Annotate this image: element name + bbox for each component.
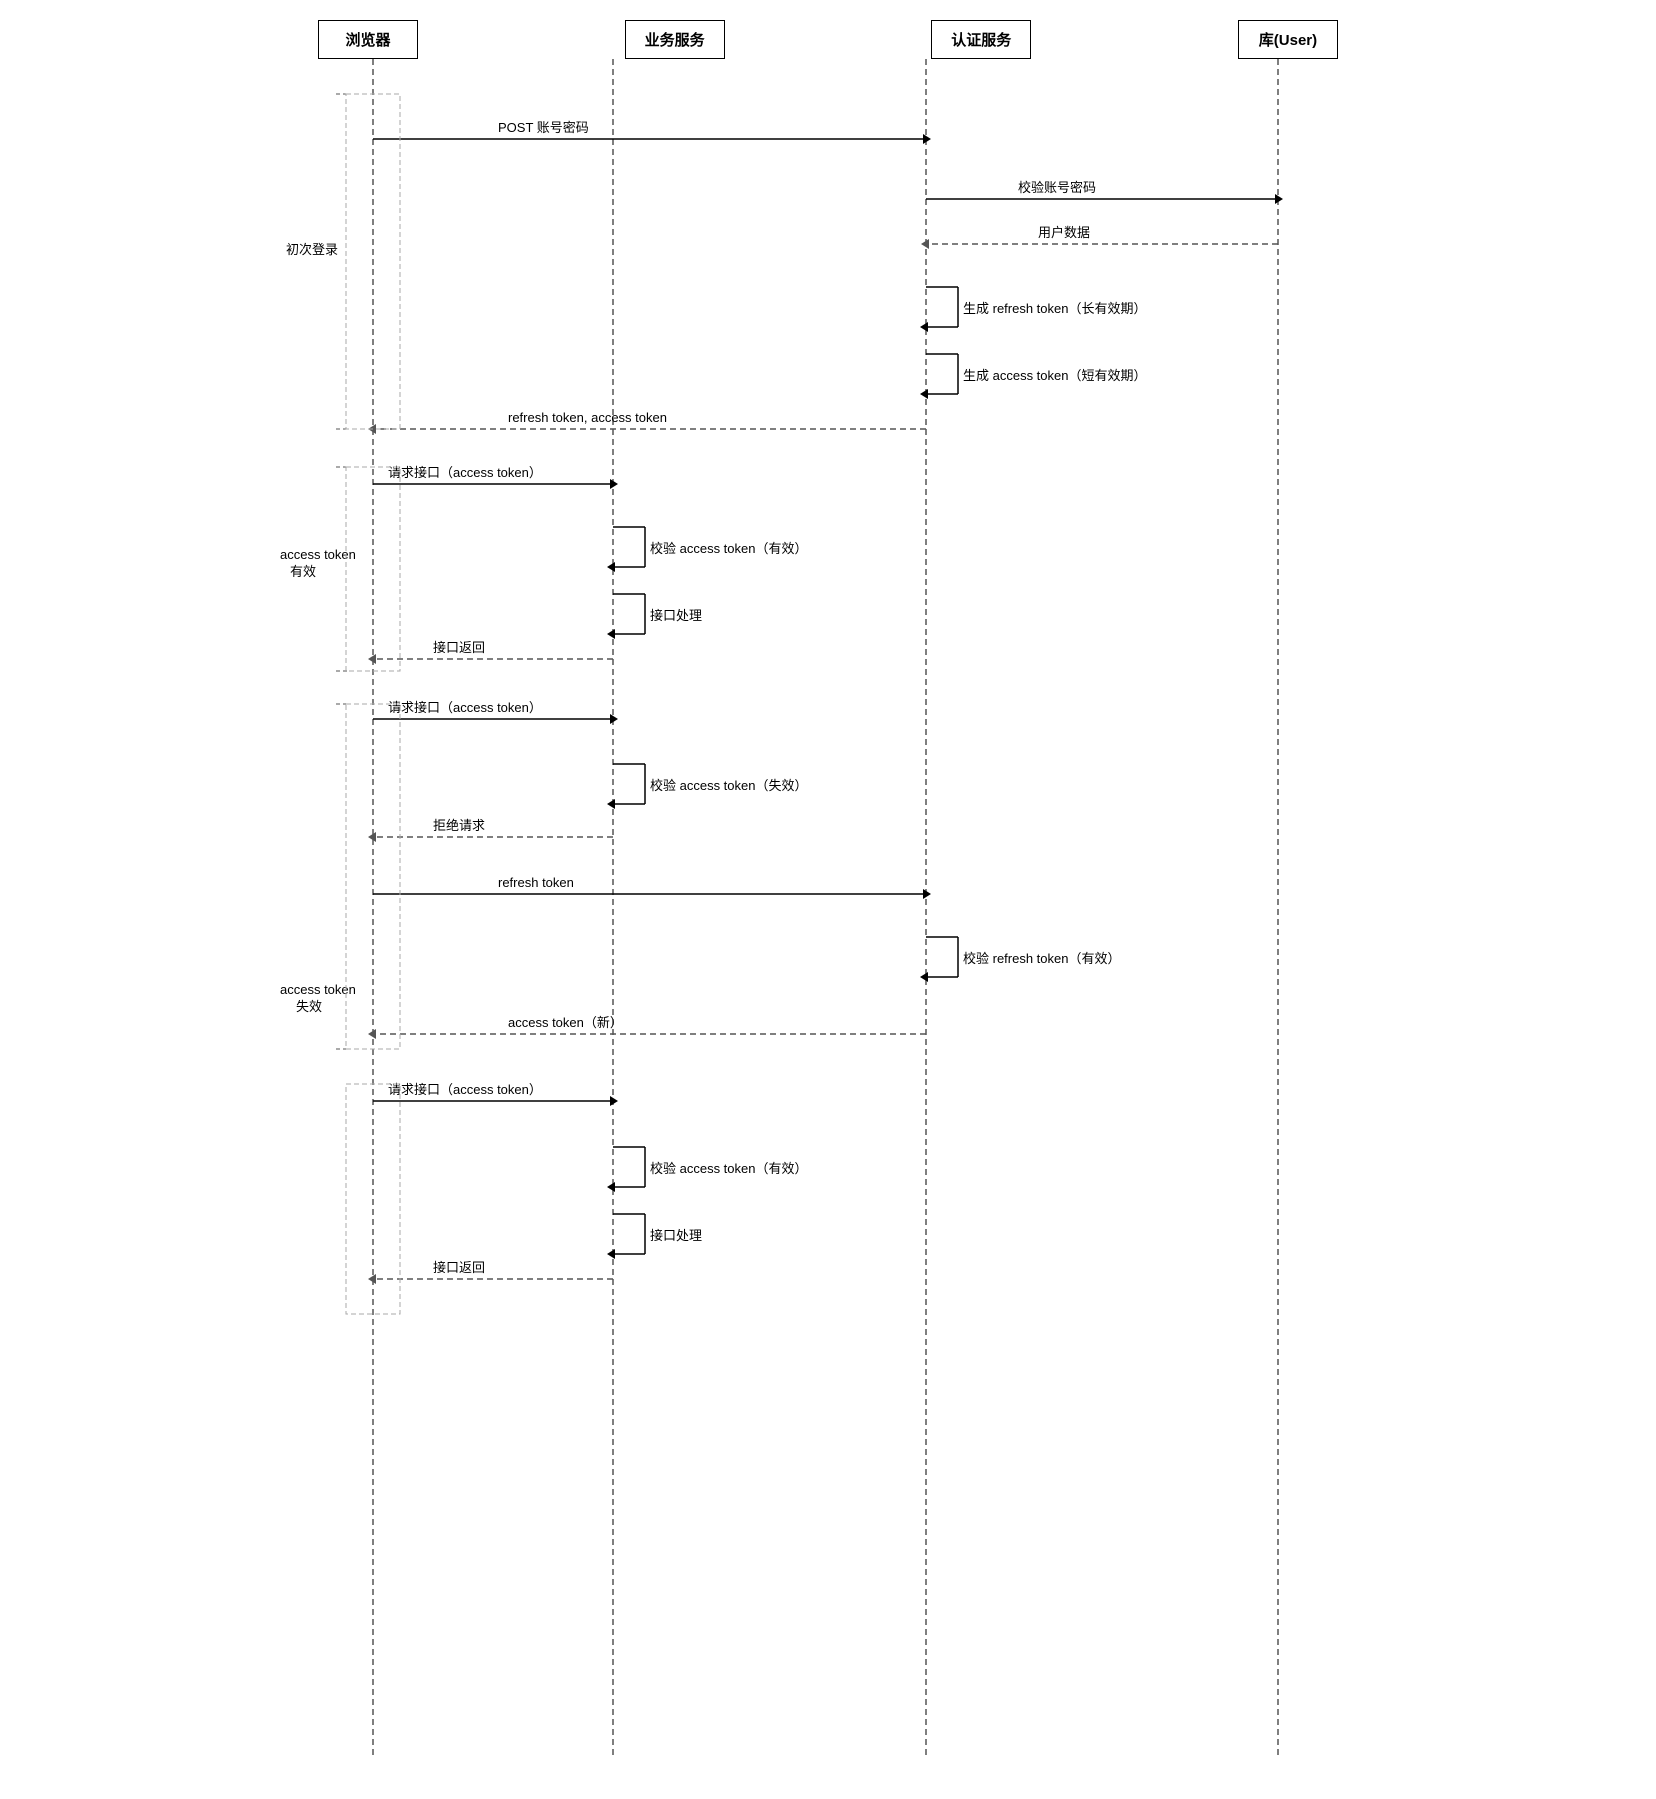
sequence-diagram: 浏览器 业务服务 认证服务 库(User) POST 账号密码 校验账号密码 用…: [278, 0, 1378, 1799]
label-m13: 拒绝请求: [433, 818, 485, 833]
label-m5: 生成 access token（短有效期）: [963, 368, 1147, 383]
arrowhead-m3: [921, 239, 929, 249]
label-m7: 请求接口（access token）: [388, 465, 542, 480]
side-label-token-valid: access token: [280, 547, 356, 562]
arrowhead-m16: [368, 1029, 376, 1039]
actor-auth: 认证服务: [931, 20, 1031, 59]
arrowhead-m2: [1275, 194, 1283, 204]
label-m20: 接口返回: [433, 1260, 485, 1275]
label-m19: 接口处理: [650, 1228, 702, 1243]
actors-row: 浏览器 业务服务 认证服务 库(User): [278, 20, 1378, 59]
label-m14: refresh token: [498, 875, 574, 890]
arrowhead-m17: [610, 1096, 618, 1106]
arrowhead-m9: [607, 629, 615, 639]
actor-biz: 业务服务: [625, 20, 725, 59]
side-label-token-invalid2: 失效: [296, 999, 322, 1014]
side-label-initial-login: 初次登录: [286, 242, 338, 257]
arrowhead-m11: [610, 714, 618, 724]
label-m11: 请求接口（access token）: [388, 700, 542, 715]
side-label-token-valid2: 有效: [290, 564, 316, 579]
label-m16: access token（新）: [508, 1015, 623, 1030]
label-m2: 校验账号密码: [1018, 180, 1096, 195]
section-box-invalid: [346, 704, 400, 1049]
label-m8: 校验 access token（有效）: [650, 541, 808, 556]
arrowhead-m18: [607, 1182, 615, 1192]
label-m10: 接口返回: [433, 640, 485, 655]
arrowhead-m19: [607, 1249, 615, 1259]
label-m6: refresh token, access token: [508, 410, 667, 425]
actor-db: 库(User): [1238, 20, 1338, 59]
label-m17: 请求接口（access token）: [388, 1082, 542, 1097]
arrowhead-m1: [923, 134, 931, 144]
arrowhead-m7: [610, 479, 618, 489]
arrowhead-m4: [920, 322, 928, 332]
label-m18: 校验 access token（有效）: [650, 1161, 808, 1176]
label-m12: 校验 access token（失效）: [650, 778, 808, 793]
arrowhead-m20: [368, 1274, 376, 1284]
label-m1: POST 账号密码: [498, 120, 589, 135]
arrowhead-m13: [368, 832, 376, 842]
label-m15: 校验 refresh token（有效）: [963, 951, 1121, 966]
label-m9: 接口处理: [650, 608, 702, 623]
diagram-svg: POST 账号密码 校验账号密码 用户数据 生成 refresh token（长…: [278, 59, 1378, 1759]
arrowhead-m15: [920, 972, 928, 982]
arrowhead-m5: [920, 389, 928, 399]
label-m4: 生成 refresh token（长有效期）: [963, 301, 1147, 316]
arrowhead-m8: [607, 562, 615, 572]
arrowhead-m10: [368, 654, 376, 664]
label-m3: 用户数据: [1038, 225, 1090, 240]
arrowhead-m12: [607, 799, 615, 809]
arrowhead-m14: [923, 889, 931, 899]
actor-browser: 浏览器: [318, 20, 418, 59]
side-label-token-invalid: access token: [280, 982, 356, 997]
